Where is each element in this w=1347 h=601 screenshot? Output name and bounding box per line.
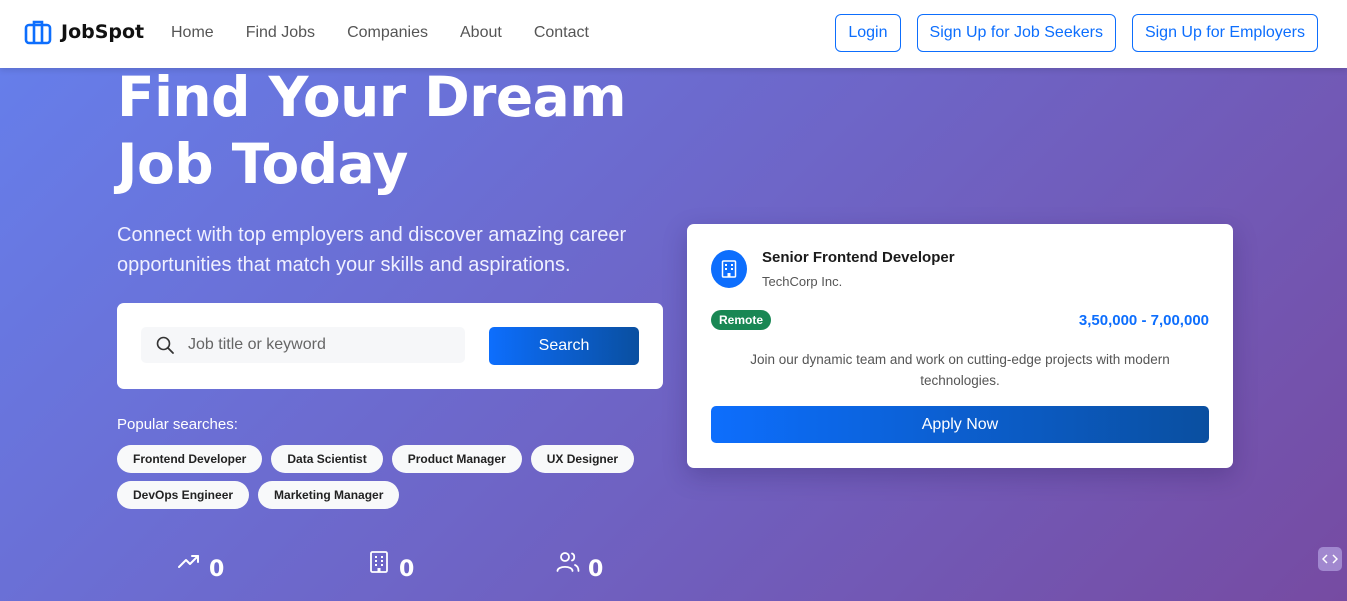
job-description: Join our dynamic team and work on cuttin… bbox=[750, 352, 1170, 388]
job-salary: 3,50,000 - 7,00,000 bbox=[1078, 312, 1209, 329]
tag-frontend-developer[interactable]: Frontend Developer bbox=[117, 445, 263, 473]
signup-job-seekers-button[interactable]: Sign Up for Job Seekers bbox=[916, 14, 1116, 52]
brand-name: JobSpot bbox=[61, 21, 145, 43]
search-button[interactable]: Search bbox=[489, 327, 639, 365]
briefcase-icon bbox=[24, 20, 52, 45]
tag-product-manager[interactable]: Product Manager bbox=[391, 445, 522, 473]
stat-companies: 0 bbox=[367, 550, 414, 582]
nav-link-home[interactable]: Home bbox=[171, 24, 214, 42]
hero-subtitle: Connect with top employers and discover … bbox=[117, 224, 627, 276]
tag-marketing-manager[interactable]: Marketing Manager bbox=[258, 481, 400, 509]
stat-jobs-value: 0 bbox=[209, 557, 225, 582]
signup-employers-button[interactable]: Sign Up for Employers bbox=[1131, 14, 1318, 52]
stat-jobs: 0 bbox=[177, 550, 224, 582]
brand[interactable]: JobSpot bbox=[24, 18, 144, 46]
building-icon bbox=[721, 260, 737, 278]
apply-now-button[interactable]: Apply Now bbox=[711, 406, 1209, 443]
hero-title-line2: Job Today bbox=[117, 132, 408, 196]
nav-link-companies[interactable]: Companies bbox=[347, 24, 428, 42]
users-icon bbox=[556, 552, 580, 572]
job-company: TechCorp Inc. bbox=[762, 274, 843, 289]
trending-up-icon bbox=[178, 555, 199, 568]
search-field bbox=[141, 327, 465, 363]
auth-buttons: Login Sign Up for Job Seekers Sign Up fo… bbox=[835, 14, 1318, 52]
nav-link-contact[interactable]: Contact bbox=[534, 24, 589, 42]
search-input[interactable] bbox=[181, 327, 451, 363]
navbar: JobSpot Home Find Jobs Companies About C… bbox=[0, 0, 1347, 68]
tag-devops-engineer[interactable]: DevOps Engineer bbox=[117, 481, 250, 509]
search-icon bbox=[156, 336, 174, 354]
nav-links: Home Find Jobs Companies About Contact bbox=[171, 24, 589, 42]
stat-users-value: 0 bbox=[588, 557, 604, 582]
remote-badge: Remote bbox=[711, 310, 772, 330]
login-button[interactable]: Login bbox=[835, 14, 901, 52]
featured-job-card: Senior Frontend Developer TechCorp Inc. … bbox=[687, 224, 1233, 468]
nav-link-about[interactable]: About bbox=[460, 24, 502, 42]
job-title: Senior Frontend Developer bbox=[762, 249, 955, 266]
building-icon bbox=[370, 551, 388, 573]
dev-toolbar-icon[interactable] bbox=[1318, 547, 1342, 571]
nav-link-find-jobs[interactable]: Find Jobs bbox=[246, 24, 315, 42]
stat-companies-value: 0 bbox=[399, 557, 415, 582]
hero-section: Find Your Dream Job Today Connect with t… bbox=[0, 68, 1347, 601]
popular-search-tags: Frontend Developer Data Scientist Produc… bbox=[117, 445, 677, 509]
tag-data-scientist[interactable]: Data Scientist bbox=[271, 445, 383, 473]
hero-title-line1: Find Your Dream bbox=[117, 68, 627, 129]
code-icon bbox=[1322, 554, 1338, 564]
tag-ux-designer[interactable]: UX Designer bbox=[530, 445, 635, 473]
company-logo bbox=[711, 250, 747, 288]
hero-title: Find Your Dream Job Today bbox=[117, 68, 677, 198]
popular-searches-label: Popular searches: bbox=[117, 416, 238, 433]
search-box: Search bbox=[117, 303, 663, 389]
stat-users: 0 bbox=[556, 550, 603, 582]
